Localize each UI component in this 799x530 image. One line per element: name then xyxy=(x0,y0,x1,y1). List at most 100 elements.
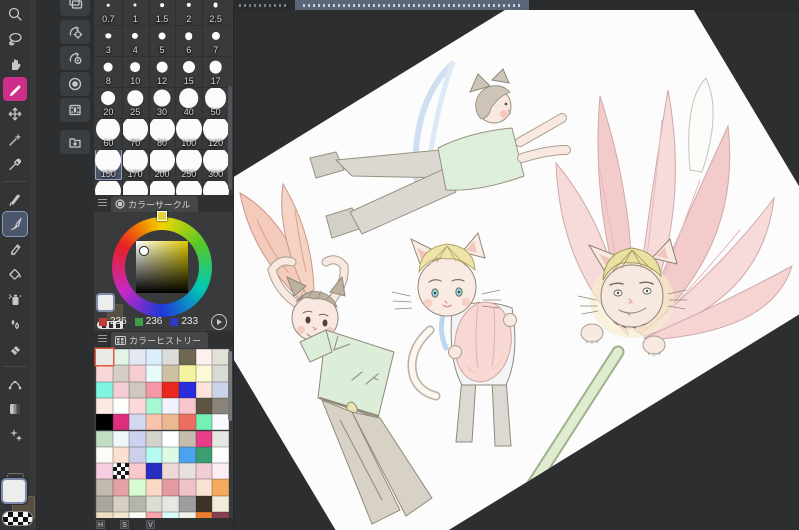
brush-size-60[interactable]: 60 xyxy=(95,118,122,149)
brush-size-70[interactable]: 70 xyxy=(122,118,149,149)
rotate-target-button[interactable] xyxy=(60,46,90,70)
history-swatch[interactable] xyxy=(212,381,229,398)
history-swatch[interactable] xyxy=(129,495,146,512)
hand-tool[interactable] xyxy=(3,52,27,76)
history-swatch[interactable] xyxy=(96,446,113,464)
brush-size-partial[interactable] xyxy=(148,180,176,195)
slider-tab-S[interactable]: S xyxy=(120,519,129,529)
brush-size-10[interactable]: 10 xyxy=(122,56,149,87)
history-swatch[interactable] xyxy=(162,463,179,480)
history-swatch[interactable] xyxy=(96,495,113,512)
history-swatch[interactable] xyxy=(112,365,130,382)
brush-size-2[interactable]: 2 xyxy=(175,0,202,25)
zoom-tool[interactable] xyxy=(3,2,27,26)
brush-size-1.5[interactable]: 1.5 xyxy=(149,0,176,25)
history-swatch[interactable] xyxy=(145,349,163,366)
history-swatch[interactable] xyxy=(162,349,179,366)
brush-size-4[interactable]: 4 xyxy=(122,25,149,56)
slider-tab-H[interactable]: H xyxy=(96,519,105,529)
brush-panel-scrollbar[interactable] xyxy=(228,86,232,190)
history-swatch[interactable] xyxy=(112,349,130,366)
brush-size-2.5[interactable]: 2.5 xyxy=(202,0,229,25)
history-swatch[interactable] xyxy=(129,397,146,415)
history-swatch[interactable] xyxy=(179,349,196,366)
history-swatch[interactable] xyxy=(195,446,213,464)
history-swatch[interactable] xyxy=(145,414,163,431)
fill-tool[interactable] xyxy=(3,262,27,286)
navigator-button[interactable] xyxy=(60,72,90,96)
pencil-tool[interactable] xyxy=(3,237,27,261)
history-swatch[interactable] xyxy=(195,463,213,480)
history-swatch[interactable] xyxy=(145,446,163,464)
brush-size-8[interactable]: 8 xyxy=(95,56,122,87)
color-history-scrollbar[interactable] xyxy=(228,351,232,421)
history-swatch[interactable] xyxy=(195,381,213,398)
slider-tab-V[interactable]: V xyxy=(146,519,155,529)
history-swatch[interactable] xyxy=(112,479,130,496)
history-swatch[interactable] xyxy=(129,446,146,464)
history-swatch[interactable] xyxy=(195,397,213,415)
history-swatch[interactable] xyxy=(195,414,213,431)
foreground-color-swatch[interactable] xyxy=(3,480,25,502)
color-history-tab[interactable]: カラーヒストリー xyxy=(111,332,209,348)
tool-palette-scroll-strip[interactable] xyxy=(30,0,37,530)
history-swatch[interactable] xyxy=(112,495,130,512)
brush-size-partial[interactable] xyxy=(202,180,229,195)
lasso-tool[interactable] xyxy=(3,27,27,51)
history-swatch[interactable] xyxy=(212,495,229,512)
brush-size-40[interactable]: 40 xyxy=(175,87,202,118)
history-swatch[interactable] xyxy=(179,381,196,398)
history-swatch[interactable] xyxy=(179,365,196,382)
brush-size-3[interactable]: 3 xyxy=(95,25,122,56)
history-swatch[interactable] xyxy=(129,381,146,398)
brush-size-17[interactable]: 17 xyxy=(202,56,229,87)
history-swatch[interactable] xyxy=(195,479,213,496)
brush-size-50[interactable]: 50 xyxy=(202,87,229,118)
brush-size-partial[interactable] xyxy=(95,180,122,195)
figure-tool[interactable] xyxy=(3,372,27,396)
history-swatch[interactable] xyxy=(212,414,229,431)
history-swatch[interactable] xyxy=(112,446,130,464)
hue-marker[interactable] xyxy=(157,211,167,221)
history-swatch[interactable] xyxy=(212,463,229,480)
import-folder-button[interactable] xyxy=(60,130,90,154)
brush-size-12[interactable]: 12 xyxy=(149,56,176,87)
history-swatch[interactable] xyxy=(112,381,130,398)
history-swatch[interactable] xyxy=(96,349,113,366)
eyedropper-tool[interactable] xyxy=(3,152,27,176)
brush-size-1[interactable]: 1 xyxy=(122,0,149,25)
history-swatch[interactable] xyxy=(145,495,163,512)
brush-size-25[interactable]: 25 xyxy=(122,87,149,118)
history-swatch[interactable] xyxy=(179,446,196,464)
rotate-reset-button[interactable] xyxy=(60,20,90,44)
inactive-tab-text-fragment[interactable] xyxy=(239,4,289,7)
brush-size-20[interactable]: 20 xyxy=(95,87,122,118)
history-swatch[interactable] xyxy=(212,397,229,415)
brush-size-250[interactable]: 250 xyxy=(175,149,202,180)
history-swatch[interactable] xyxy=(145,430,163,447)
history-swatch[interactable] xyxy=(162,365,179,382)
history-swatch[interactable] xyxy=(179,414,196,431)
history-swatch[interactable] xyxy=(96,397,113,415)
auto-select-tool[interactable] xyxy=(3,127,27,151)
history-swatch[interactable] xyxy=(129,365,146,382)
gradient-tool[interactable] xyxy=(3,397,27,421)
history-swatch[interactable] xyxy=(162,446,179,464)
color-mode-toggle-icon[interactable] xyxy=(211,314,227,330)
panel-menu-icon[interactable] xyxy=(98,199,107,207)
brush-size-partial[interactable] xyxy=(122,180,149,195)
airbrush-tool[interactable] xyxy=(3,287,27,311)
history-swatch[interactable] xyxy=(96,463,113,480)
history-swatch[interactable] xyxy=(96,414,113,431)
history-swatch[interactable] xyxy=(179,430,196,447)
brush-size-30[interactable]: 30 xyxy=(149,87,176,118)
history-swatch[interactable] xyxy=(145,479,163,496)
color-wheel-tab[interactable]: カラーサークル xyxy=(111,196,198,212)
brush-size-150[interactable]: 150 xyxy=(95,149,122,180)
brush-tool[interactable] xyxy=(2,211,28,237)
history-swatch[interactable] xyxy=(212,349,229,366)
sv-cursor[interactable] xyxy=(139,246,149,256)
history-swatch[interactable] xyxy=(112,430,130,447)
history-swatch[interactable] xyxy=(129,430,146,447)
blend-tool[interactable] xyxy=(3,312,27,336)
